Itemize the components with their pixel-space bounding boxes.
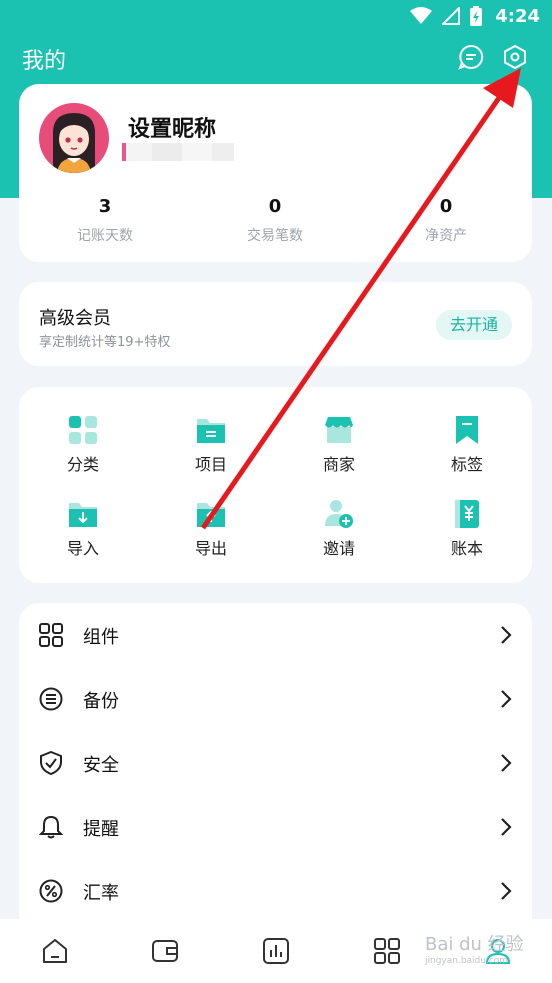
status-bar: 4:24 bbox=[0, 0, 552, 34]
grid-item-export[interactable]: 导出 bbox=[161, 499, 261, 559]
watermark-text: Bai du 经验 bbox=[425, 934, 524, 955]
watermark: Bai du 经验 jingyan.baidu.com bbox=[425, 930, 549, 974]
menu-item-security[interactable]: 安全 bbox=[19, 731, 532, 795]
chart-icon[interactable] bbox=[262, 937, 290, 965]
chevron-right-icon bbox=[501, 818, 512, 836]
grid-label: 标签 bbox=[450, 455, 483, 474]
store-icon bbox=[325, 417, 353, 443]
bell-icon bbox=[39, 815, 63, 839]
menu-item-widgets[interactable]: 组件 bbox=[19, 603, 532, 667]
grid-item-project[interactable]: 项目 bbox=[161, 415, 261, 475]
menu-item-reminder[interactable]: 提醒 bbox=[19, 795, 532, 859]
message-icon[interactable] bbox=[458, 44, 484, 70]
menu-label: 提醒 bbox=[83, 819, 119, 840]
grid-item-invite[interactable]: 邀请 bbox=[289, 499, 389, 559]
stat-transactions[interactable]: 0 交易笔数 bbox=[205, 196, 345, 245]
stat-days[interactable]: 3 记账天数 bbox=[35, 196, 175, 245]
widget-grid-icon bbox=[39, 623, 63, 647]
menu-label: 安全 bbox=[83, 755, 119, 776]
invite-user-icon bbox=[325, 500, 353, 528]
vip-subtitle: 享定制统计等19+特权 bbox=[39, 335, 171, 350]
wallet-icon[interactable] bbox=[151, 937, 179, 965]
menu-item-backup[interactable]: 备份 bbox=[19, 667, 532, 731]
backup-icon bbox=[39, 687, 63, 711]
vip-open-button[interactable]: 去开通 bbox=[436, 310, 512, 340]
stat-net-assets[interactable]: 0 净资产 bbox=[376, 196, 516, 245]
grid-label: 商家 bbox=[322, 455, 355, 474]
chevron-right-icon bbox=[501, 754, 512, 772]
stat-label: 交易笔数 bbox=[247, 228, 303, 244]
home-icon[interactable] bbox=[41, 937, 69, 965]
battery-icon bbox=[470, 6, 482, 26]
feature-grid: 分类 项目 商家 标签 导入 导出 邀请 账本 bbox=[19, 387, 532, 583]
stat-value: 3 bbox=[98, 196, 112, 217]
import-folder-icon bbox=[69, 503, 97, 527]
apps-icon[interactable] bbox=[373, 937, 401, 965]
stat-value: 0 bbox=[268, 196, 282, 217]
chevron-right-icon bbox=[501, 882, 512, 900]
category-icon bbox=[69, 416, 97, 444]
grid-label: 导入 bbox=[66, 539, 99, 558]
chevron-right-icon bbox=[501, 626, 512, 644]
stat-value: 0 bbox=[439, 196, 453, 217]
project-folder-icon bbox=[197, 419, 225, 443]
grid-label: 导出 bbox=[194, 539, 227, 558]
avatar[interactable] bbox=[39, 103, 109, 173]
ledger-book-icon bbox=[455, 500, 479, 528]
grid-label: 邀请 bbox=[322, 539, 355, 558]
grid-label: 账本 bbox=[450, 539, 483, 558]
grid-item-tag[interactable]: 标签 bbox=[417, 415, 517, 475]
signal-icon bbox=[442, 7, 460, 25]
user-id-redacted bbox=[122, 143, 234, 161]
menu-label: 备份 bbox=[83, 691, 119, 712]
grid-item-category[interactable]: 分类 bbox=[33, 415, 133, 475]
watermark-sub: jingyan.baidu.com bbox=[425, 956, 509, 966]
menu-label: 汇率 bbox=[83, 883, 119, 904]
menu-item-exchange-rate[interactable]: 汇率 bbox=[19, 859, 532, 923]
stat-label: 净资产 bbox=[425, 228, 467, 244]
stat-label: 记账天数 bbox=[77, 228, 133, 244]
grid-item-store[interactable]: 商家 bbox=[289, 415, 389, 475]
percent-icon bbox=[39, 879, 63, 903]
shield-check-icon bbox=[40, 751, 62, 775]
status-time: 4:24 bbox=[495, 6, 540, 27]
vip-title: 高级会员 bbox=[39, 308, 111, 329]
profile-card: 设置昵称 3 记账天数 0 交易笔数 0 净资产 bbox=[19, 84, 532, 262]
grid-item-ledger[interactable]: 账本 bbox=[417, 499, 517, 559]
page-title: 我的 bbox=[22, 49, 67, 74]
settings-menu: 组件 备份 安全 提醒 汇率 bbox=[19, 603, 532, 919]
nickname[interactable]: 设置昵称 bbox=[128, 111, 216, 143]
vip-card[interactable]: 高级会员 享定制统计等19+特权 去开通 bbox=[19, 282, 532, 366]
bookmark-tag-icon bbox=[456, 416, 478, 444]
grid-item-import[interactable]: 导入 bbox=[33, 499, 133, 559]
export-folder-icon bbox=[197, 503, 225, 527]
chevron-right-icon bbox=[501, 690, 512, 708]
menu-label: 组件 bbox=[83, 627, 119, 648]
wifi-icon bbox=[410, 7, 432, 24]
grid-label: 项目 bbox=[194, 455, 227, 474]
grid-label: 分类 bbox=[66, 455, 99, 474]
settings-gear-icon[interactable] bbox=[502, 44, 528, 70]
